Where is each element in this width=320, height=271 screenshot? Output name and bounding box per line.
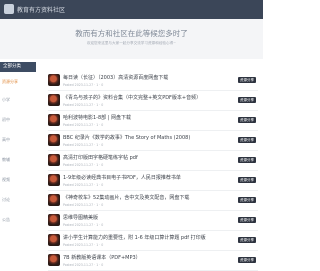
user-avatar[interactable] [48, 234, 60, 246]
topic-title[interactable]: 《神奇校车》52集动画片，含中文及英文配音，网盘下载 [63, 194, 189, 201]
topic-row[interactable]: BBC 纪录片《数学的故事》The Story of Maths (2008) … [48, 131, 258, 151]
topic-title[interactable]: 高清打印版田字格硬笔练字帖 pdf [63, 154, 138, 161]
topic-meta: Posted 2023-11-27 · 1 · 0 [63, 243, 104, 247]
topic-row[interactable]: 哈利波特电影1-8部 | 网盘下载 Posted 2023-11-27 · 1 … [48, 111, 258, 131]
topic-meta: Posted 2023-11-27 · 1 · 0 [63, 123, 104, 127]
topic-title[interactable]: 哈利波特电影1-8部 | 网盘下载 [63, 114, 131, 121]
category-badge[interactable]: 资源分享 [238, 137, 256, 143]
topic-title[interactable]: 每日读（长征）（2003）高清资源百度网盘下载 [63, 74, 168, 81]
topic-row[interactable]: 每日读（长征）（2003）高清资源百度网盘下载 Posted 2023-11-2… [48, 71, 258, 91]
topic-meta: Posted 2023-11-27 · 1 · 0 [63, 163, 104, 167]
sidebar-item-2[interactable]: 初中 [2, 117, 10, 123]
topic-title[interactable]: BBC 纪录片《数学的故事》The Story of Maths (2008) [63, 134, 190, 141]
user-avatar[interactable] [48, 154, 60, 166]
topic-meta: Posted 2023-11-27 · 1 · 0 [63, 223, 104, 227]
sidebar-item-1[interactable]: 小学 [2, 97, 10, 103]
topic-row[interactable]: 1-9年级必读经典书目电子书PDF，人民日报推荐书单 Posted 2023-1… [48, 171, 258, 191]
topic-meta: Posted 2023-11-27 · 1 · 0 [63, 203, 104, 207]
sidebar-item-5[interactable]: 视频 [2, 177, 10, 183]
topic-meta: Posted 2023-11-27 · 1 · 0 [63, 263, 104, 267]
category-badge[interactable]: 资源分享 [238, 97, 256, 103]
topic-meta: Posted 2023-11-27 · 1 · 0 [63, 103, 104, 107]
user-avatar[interactable] [48, 194, 60, 206]
hero-title: 教而有方和社区在此等候您多时了 [75, 29, 188, 38]
category-badge[interactable]: 资源分享 [238, 197, 256, 203]
user-avatar[interactable] [48, 94, 60, 106]
topic-row[interactable]: 高清打印版田字格硬笔练字帖 pdf Posted 2023-11-27 · 1 … [48, 151, 258, 171]
sidebar-title[interactable]: 全部分类 [0, 62, 36, 72]
user-avatar[interactable] [48, 114, 60, 126]
category-badge[interactable]: 资源分享 [238, 77, 256, 83]
topic-title[interactable]: 7B 新教版英语课本（PDF+MP3） [63, 254, 141, 261]
topic-row[interactable]: 讲小学生计算能力的重要性，附 1-6 年级口算计算题 pdf 打印版 Poste… [48, 231, 258, 251]
topic-meta: Posted 2023-11-27 · 1 · 0 [63, 183, 104, 187]
topic-meta: Posted 2023-11-27 · 1 · 0 [63, 143, 104, 147]
category-sidebar: 全部分类 资源分享 小学 初中 高中 教辅 视频 讨论 公告 [0, 62, 36, 270]
topic-meta: Posted 2023-11-27 · 1 · 0 [63, 83, 104, 87]
hero-subtitle: 欢迎您来这里与大家一起分享交流学习资源和经验心得~ [86, 41, 177, 45]
topic-row[interactable]: 7B 新教版英语课本（PDF+MP3） Posted 2023-11-27 · … [48, 251, 258, 271]
topic-row[interactable]: 《青鸟与孩子的》资料合集（中文完整+英文PDF版本+音频） Posted 202… [48, 91, 258, 111]
user-avatar[interactable] [48, 134, 60, 146]
topic-title[interactable]: 1-9年级必读经典书目电子书PDF，人民日报推荐书单 [63, 174, 181, 181]
topic-title[interactable]: 思维导图精美版 [63, 214, 98, 221]
user-avatar[interactable] [48, 254, 60, 266]
category-badge[interactable]: 资源分享 [238, 237, 256, 243]
site-name[interactable]: 教育有方资料社区 [17, 5, 65, 14]
category-badge[interactable]: 资源分享 [238, 257, 256, 263]
topic-row[interactable]: 思维导图精美版 Posted 2023-11-27 · 1 · 0 资源分享 [48, 211, 258, 231]
user-avatar[interactable] [48, 214, 60, 226]
site-logo[interactable] [4, 4, 14, 14]
category-badge[interactable]: 资源分享 [238, 157, 256, 163]
category-badge[interactable]: 资源分享 [238, 117, 256, 123]
user-avatar[interactable] [48, 74, 60, 86]
sidebar-item-6[interactable]: 讨论 [2, 197, 10, 203]
hero-banner: 教而有方和社区在此等候您多时了 欢迎您来这里与大家一起分享交流学习资源和经验心得… [0, 19, 263, 59]
topic-title[interactable]: 《青鸟与孩子的》资料合集（中文完整+英文PDF版本+音频） [63, 94, 201, 101]
user-avatar[interactable] [48, 174, 60, 186]
topic-title[interactable]: 讲小学生计算能力的重要性，附 1-6 年级口算计算题 pdf 打印版 [63, 234, 206, 241]
sidebar-item-4[interactable]: 教辅 [2, 157, 10, 163]
category-badge[interactable]: 资源分享 [238, 177, 256, 183]
sidebar-item-3[interactable]: 高中 [2, 137, 10, 143]
sidebar-item-7[interactable]: 公告 [2, 217, 10, 223]
category-badge[interactable]: 资源分享 [238, 217, 256, 223]
top-navbar: 教育有方资料社区 [0, 0, 263, 19]
sidebar-item-0[interactable]: 资源分享 [2, 79, 18, 85]
topic-row[interactable]: 《神奇校车》52集动画片，含中文及英文配音，网盘下载 Posted 2023-1… [48, 191, 258, 211]
